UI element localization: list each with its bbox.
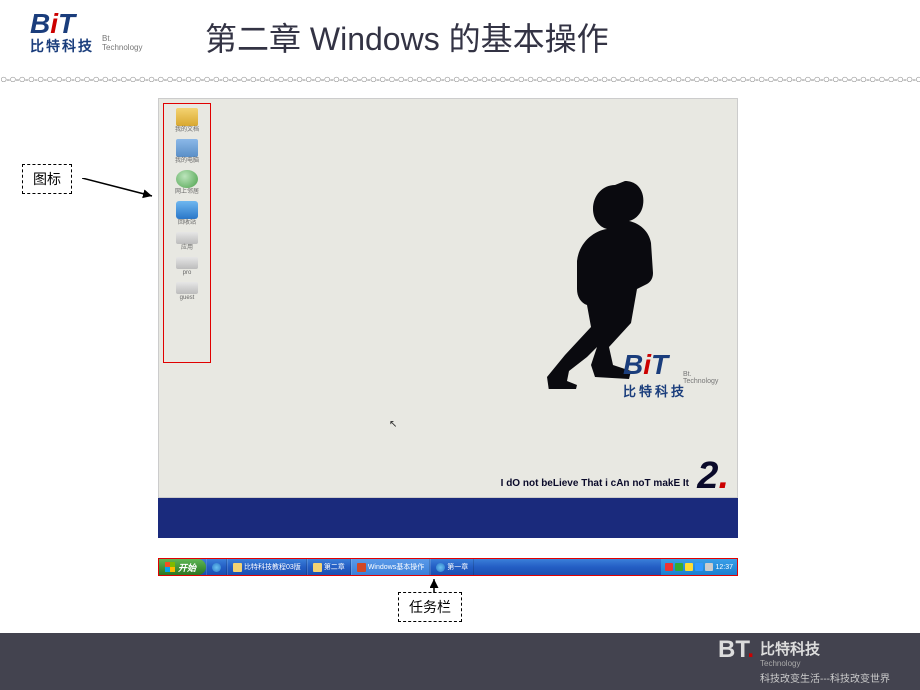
tray-icon[interactable] <box>675 563 683 571</box>
cursor-icon: ↖ <box>389 419 397 430</box>
tray-icon[interactable] <box>705 563 713 571</box>
ppt-icon <box>357 563 366 572</box>
taskbar-highlight: 开始 比特科技教程03版 第二章 Windows基本操作 第一章 12:37 <box>158 558 738 576</box>
network-icon <box>176 170 198 188</box>
arrow-to-taskbar <box>430 577 450 593</box>
logo-tech-text: Bt. Technology <box>102 34 142 52</box>
folder-icon <box>233 563 242 572</box>
system-tray[interactable]: 12:37 <box>661 559 737 575</box>
logo-small: BiT Bt. Technology 比特科技 <box>30 10 94 56</box>
tray-icon[interactable] <box>665 563 673 571</box>
desktop-icon-guest[interactable]: guest <box>165 282 209 301</box>
taskbar-btn-2[interactable]: Windows基本操作 <box>351 559 430 575</box>
clock: 12:37 <box>715 564 733 571</box>
taskbar-btn-1[interactable]: 第二章 <box>307 559 351 575</box>
desktop-icon-network[interactable]: 网上邻居 <box>165 170 209 195</box>
footer-logo: BT. 比特科技 Technology 科技改变生活---科技改变世界 <box>718 638 890 685</box>
wallpaper-logo: BiT Bt. Technology 比特科技 <box>623 349 687 400</box>
drive-icon <box>176 257 198 269</box>
windows-flag-icon <box>165 562 175 572</box>
desktop-screenshot: 我的文档 我的电脑 网上邻居 回收站 应用 pro guest BiT Bt. … <box>158 98 738 498</box>
drive-icon <box>176 282 198 294</box>
desktop-icon-mydocs[interactable]: 我的文档 <box>165 108 209 133</box>
taskbar-btn-0[interactable]: 比特科技教程03版 <box>227 559 307 575</box>
ie-icon <box>212 563 221 572</box>
quicklaunch-ie[interactable] <box>206 559 227 575</box>
tray-icon[interactable] <box>695 563 703 571</box>
desktop-icon-app[interactable]: 应用 <box>165 232 209 251</box>
start-button[interactable]: 开始 <box>159 559 206 575</box>
blue-gap <box>158 498 738 538</box>
ie-icon <box>436 563 445 572</box>
desktop-icon-recycle[interactable]: 回收站 <box>165 201 209 226</box>
recycle-icon <box>176 201 198 219</box>
arrow-to-icons <box>82 178 162 218</box>
label-icons: 图标 <box>22 164 72 194</box>
desktop-icons-highlight: 我的文档 我的电脑 网上邻居 回收站 应用 pro guest <box>163 103 211 363</box>
wallpaper-tagline: I dO not beLieve That i cAn noT makE It <box>501 478 689 489</box>
slide-footer: BT. 比特科技 Technology 科技改变生活---科技改变世界 <box>0 633 920 690</box>
logo-cn-text: 比特科技 <box>30 36 94 56</box>
folder-icon <box>176 108 198 126</box>
taskbar: 开始 比特科技教程03版 第二章 Windows基本操作 第一章 12:37 <box>159 559 737 575</box>
drive-icon <box>176 232 198 244</box>
folder-icon <box>313 563 322 572</box>
chain-divider: ○-○-○-○-○-○-○-○-○-○-○-○-○-○-○-○-○-○-○-○-… <box>0 72 920 86</box>
desktop-icon-pro[interactable]: pro <box>165 257 209 276</box>
taskbar-btn-3[interactable]: 第一章 <box>430 559 474 575</box>
wallpaper-number: 2 <box>697 457 729 495</box>
desktop-icon-mycomputer[interactable]: 我的电脑 <box>165 139 209 164</box>
computer-icon <box>176 139 198 157</box>
slide-header: BiT Bt. Technology 比特科技 第二章 Windows 的基本操… <box>0 0 920 70</box>
tray-icon[interactable] <box>685 563 693 571</box>
label-taskbar: 任务栏 <box>398 592 462 622</box>
slide-title: 第二章 Windows 的基本操作 <box>205 14 609 60</box>
